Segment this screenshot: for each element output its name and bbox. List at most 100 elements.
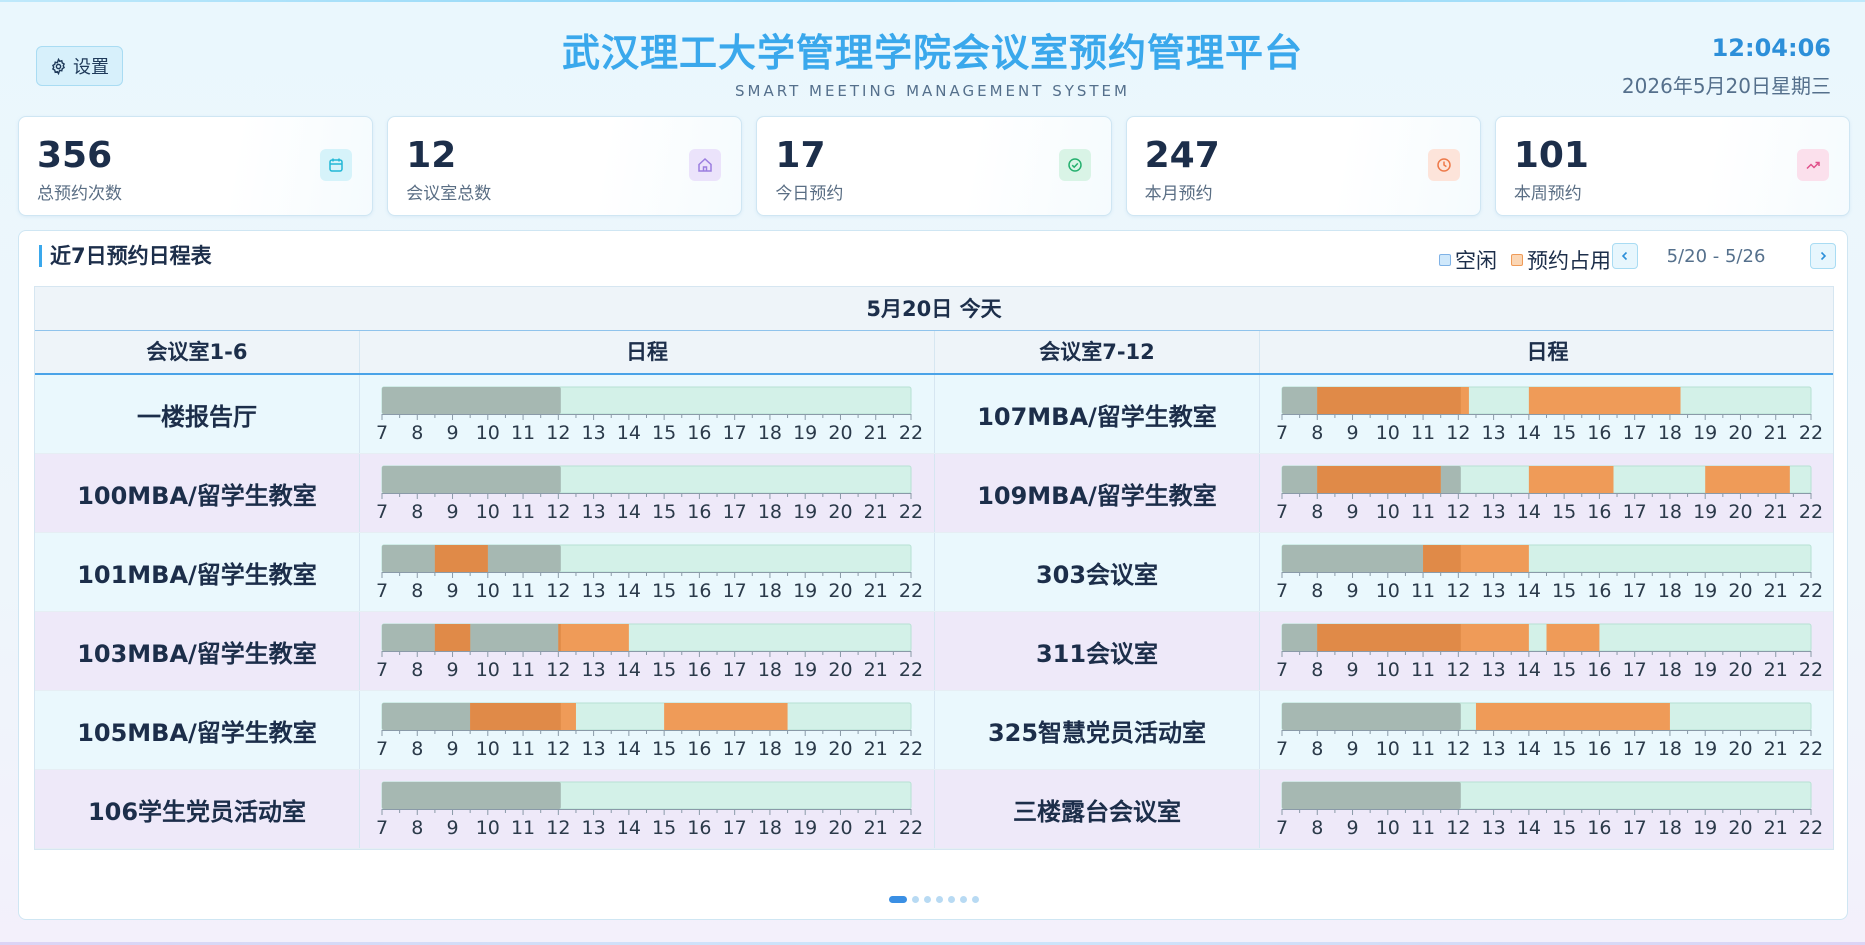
room-timeline[interactable]: 7 8 9 10 11 12 13 14 15 16 17 18 19 20 21 22 [360,770,935,848]
timeline-chart: 7 8 9 10 11 12 13 14 15 16 17 18 19 20 21 22 [1276,465,1823,523]
room-name[interactable]: 105MBA/留学生教室 [35,691,360,769]
page-title: 武汉理工大学管理学院会议室预约管理平台 [561,31,1303,75]
hour-label: 22 [899,501,923,523]
hour-label: 18 [758,738,782,760]
hour-label: 19 [793,580,817,602]
day-header: 5月20日 今天 [35,287,1833,331]
room-name[interactable]: 100MBA/留学生教室 [35,454,360,532]
hour-label: 11 [511,580,535,602]
room-timeline[interactable]: 7 8 9 10 11 12 13 14 15 16 17 18 19 20 21 22 [1260,770,1835,848]
hour-label: 15 [1552,817,1576,839]
timeline-past [382,387,561,414]
room-timeline[interactable]: 7 8 9 10 11 12 13 14 15 16 17 18 19 20 21 22 [1260,533,1835,611]
room-timeline[interactable]: 7 8 9 10 11 12 13 14 15 16 17 18 19 20 21 22 [360,375,935,453]
page-dot[interactable] [912,896,919,903]
hour-label: 22 [899,580,923,602]
timeline-chart: 7 8 9 10 11 12 13 14 15 16 17 18 19 20 21 22 [376,544,923,602]
room-timeline[interactable]: 7 8 9 10 11 12 13 14 15 16 17 18 19 20 21 22 [1260,454,1835,532]
hour-label: 20 [1728,738,1752,760]
room-name[interactable]: 101MBA/留学生教室 [35,533,360,611]
column-header-rooms-left: 会议室1-6 [35,331,360,373]
room-timeline[interactable]: 7 8 9 10 11 12 13 14 15 16 17 18 19 20 21 22 [360,612,935,690]
room-timeline[interactable]: 7 8 9 10 11 12 13 14 15 16 17 18 19 20 21 22 [360,454,935,532]
hour-label: 16 [1587,501,1611,523]
page-dot[interactable] [889,896,907,903]
prev-week-button[interactable] [1612,243,1638,269]
page-dot[interactable] [948,896,955,903]
hour-label: 12 [546,659,570,681]
room-name[interactable]: 311会议室 [935,612,1260,690]
hour-label: 14 [1517,738,1541,760]
hour-label: 11 [511,659,535,681]
timeline-chart: 7 8 9 10 11 12 13 14 15 16 17 18 19 20 21 22 [376,386,923,444]
hour-label: 17 [723,501,747,523]
timeline-chart: 7 8 9 10 11 12 13 14 15 16 17 18 19 20 21 22 [1276,781,1823,839]
hour-label: 11 [1411,422,1435,444]
booking-block-past [1317,624,1461,651]
hour-label: 12 [546,501,570,523]
timeline-past [1282,703,1461,730]
page-dot[interactable] [936,896,943,903]
hour-label: 9 [1346,659,1358,681]
room-timeline[interactable]: 7 8 9 10 11 12 13 14 15 16 17 18 19 20 21 22 [360,533,935,611]
hour-label: 18 [1658,422,1682,444]
hour-label: 19 [793,817,817,839]
hour-label: 7 [376,501,388,523]
hour-label: 19 [1693,817,1717,839]
schedule-row: 105MBA/留学生教室 7 8 9 10 11 12 13 14 15 16 17 18 19 20 21 2… [35,691,1833,770]
room-name[interactable]: 106学生党员活动室 [35,770,360,848]
column-header-schedule-left: 日程 [360,331,935,373]
schedule-row: 一楼报告厅 7 8 9 10 11 12 13 14 15 16 17 18 19 20 21 22 107MBA… [35,375,1833,454]
hour-label: 10 [1376,422,1400,444]
room-name[interactable]: 107MBA/留学生教室 [935,375,1260,453]
room-timeline[interactable]: 7 8 9 10 11 12 13 14 15 16 17 18 19 20 21 22 [360,691,935,769]
hour-label: 13 [1482,580,1506,602]
room-name[interactable]: 325智慧党员活动室 [935,691,1260,769]
page-dot[interactable] [972,896,979,903]
hour-label: 17 [723,659,747,681]
booking-block-past [1423,545,1461,572]
hour-label: 12 [1446,501,1470,523]
stat-value: 12 [406,135,457,176]
room-timeline[interactable]: 7 8 9 10 11 12 13 14 15 16 17 18 19 20 21 22 [1260,612,1835,690]
stat-label: 会议室总数 [406,184,492,204]
room-name[interactable]: 109MBA/留学生教室 [935,454,1260,532]
room-name[interactable]: 103MBA/留学生教室 [35,612,360,690]
legend-free-swatch [1439,254,1451,266]
hour-label: 13 [1482,817,1506,839]
hour-label: 22 [1799,659,1823,681]
hour-label: 13 [582,659,606,681]
schedule-row: 103MBA/留学生教室 7 8 9 10 11 12 13 14 15 16 17 18 19 20 21 2… [35,612,1833,691]
hour-label: 18 [758,422,782,444]
room-name[interactable]: 三楼露台会议室 [935,770,1260,848]
stat-value: 101 [1513,135,1589,176]
room-timeline[interactable]: 7 8 9 10 11 12 13 14 15 16 17 18 19 20 21 22 [1260,691,1835,769]
hour-label: 7 [376,817,388,839]
room-name-label: 325智慧党员活动室 [987,718,1207,747]
hour-label: 12 [1446,817,1470,839]
room-name-label: 106学生党员活动室 [87,797,307,826]
hour-label: 15 [1552,501,1576,523]
hour-label: 13 [1482,659,1506,681]
hour-label: 8 [411,738,423,760]
page-dot[interactable] [960,896,967,903]
hour-label: 10 [476,659,500,681]
hour-label: 7 [376,659,388,681]
hour-label: 21 [864,580,888,602]
page-dot[interactable] [924,896,931,903]
room-name[interactable]: 一楼报告厅 [35,375,360,453]
hour-label: 22 [899,422,923,444]
hour-label: 10 [476,738,500,760]
stat-label: 本周预约 [1513,184,1582,204]
hour-label: 20 [1728,422,1752,444]
hour-label: 16 [1587,580,1611,602]
room-name[interactable]: 303会议室 [935,533,1260,611]
stat-card-month-bookings: 247 本月预约 [1125,116,1481,216]
room-timeline[interactable]: 7 8 9 10 11 12 13 14 15 16 17 18 19 20 21 22 [1260,375,1835,453]
date-range: 5/20 - 5/26 [1666,246,1766,267]
current-time: 12:04:06 [1711,34,1831,62]
hour-label: 18 [1658,738,1682,760]
chevron-left-icon [1621,251,1628,261]
hour-label: 8 [411,817,423,839]
next-week-button[interactable] [1810,243,1836,269]
